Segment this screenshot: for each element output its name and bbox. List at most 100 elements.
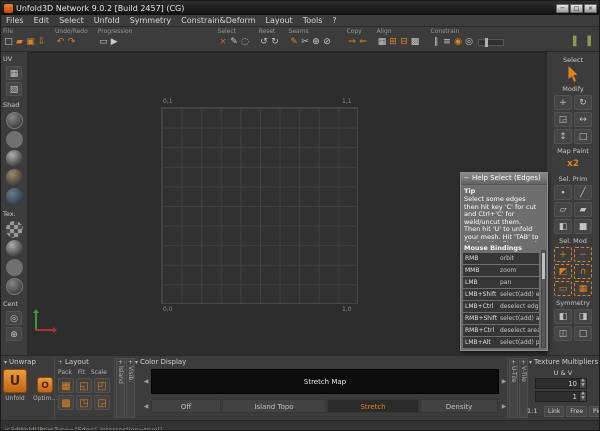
intersect-mode-icon[interactable]: ∩ [574,264,592,279]
snap-icon[interactable]: ▩ [410,36,421,49]
select-polygon-icon[interactable]: ▱ [554,202,572,217]
fit-selected-icon[interactable]: ◳ [76,395,92,410]
new-file-icon[interactable]: □ [3,36,14,49]
modes-scroll-right-icon[interactable]: ▶ [500,403,508,411]
scale-u-icon[interactable]: ◰ [94,378,110,393]
binding-row[interactable]: LMBpan [463,277,539,288]
menu-files[interactable]: Files [1,15,29,27]
symmetry-x-icon[interactable]: ◧ [554,309,572,324]
symmetry-local-icon[interactable]: ◫ [554,326,572,341]
binding-row[interactable]: MMBzoom [463,265,539,276]
constrain-strength-slider[interactable] [478,39,504,46]
textured-sphere-icon[interactable] [6,169,23,186]
menu-constrain-deform[interactable]: Constrain&Deform [176,15,260,27]
brush-select-icon[interactable]: ✎ [229,36,240,49]
center-view-icon[interactable]: ◎ [6,311,22,325]
pic-button[interactable]: Pic [589,406,600,417]
stepper-down-icon[interactable]: ▼ [580,384,586,389]
constrain-horizontal-icon[interactable]: ∥ [431,36,442,49]
scrollbar-thumb[interactable] [542,253,545,279]
color-texture-sphere-icon[interactable] [6,259,23,276]
viewport-single-icon[interactable]: ▐ [582,36,593,49]
minimize-button[interactable]: ─ [556,4,569,13]
binding-row[interactable]: LMB+Shiftselect(add) edges [463,289,539,300]
import-mesh-icon[interactable]: ⇩ [36,36,47,49]
paste-uvs-icon[interactable]: ⇐ [358,36,369,49]
constrain-vertical-icon[interactable]: ≡ [442,36,453,49]
uv-grid-canvas[interactable] [161,107,358,304]
fill-mode-icon[interactable]: ▦ [574,281,592,296]
open-folder-icon[interactable]: ▰ [14,36,25,49]
collapsed-panel-u-tile[interactable]: +U-Tile [509,358,518,418]
reset-uvs-icon[interactable]: ↺ [259,36,270,49]
shaded-sphere-icon[interactable] [6,150,23,167]
expand-icon[interactable]: + [511,359,516,366]
pack-icon[interactable]: ▦ [58,378,74,393]
binding-row[interactable]: LMB+Altselect(add) path/c [463,337,539,348]
scale-icon[interactable]: ◲ [554,112,572,127]
collapse-icon[interactable]: − [463,173,470,184]
binding-row[interactable]: RMBorbit [463,253,539,264]
menu-unfold[interactable]: Unfold [89,15,125,27]
layout-panel-header[interactable]: + Layout [58,358,89,367]
checker-texture-sphere-icon[interactable] [6,221,23,238]
cut-selected-edges-icon[interactable]: × [218,36,229,49]
move-icon[interactable]: + [554,95,572,110]
menu-symmetry[interactable]: Symmetry [125,15,176,27]
select-vertex-icon[interactable]: ∙ [554,185,572,200]
seam-weld-icon[interactable]: ⊕ [311,36,322,49]
select-all-icon[interactable]: ■ [574,219,592,234]
map-paint-x2-icon[interactable]: x2 [564,157,582,172]
pack-selected-icon[interactable]: ▩ [58,395,74,410]
select-edge-icon[interactable]: ╱ [574,185,592,200]
mode-button-off[interactable]: Off [151,399,221,413]
scale-uv-icon[interactable]: □ [574,129,592,144]
titlebar[interactable]: Unfold3D Network 9.0.2 [Build 2457] (CG)… [1,1,599,15]
binding-row[interactable]: RMB+Shiftselect(add) area [463,313,539,324]
stepper-down-icon[interactable]: ▼ [580,397,586,402]
texture-multipliers-panel-header[interactable]: ▾ Texture Multipliers [529,358,598,367]
copy-uvs-icon[interactable]: ⇒ [347,36,358,49]
flat-sphere-icon[interactable] [6,131,23,148]
uv-island-view-icon[interactable]: ▧ [6,82,22,96]
menu-select[interactable]: Select [54,15,89,27]
xray-sphere-icon[interactable] [6,188,23,205]
rotate-uv-icon[interactable]: ↕ [554,129,572,144]
border-mode-icon[interactable]: ▭ [554,281,572,296]
unpin-icon[interactable]: ◎ [464,36,475,49]
select-cursor-icon[interactable] [567,66,580,82]
progression-play-icon[interactable]: ▶ [109,36,120,49]
undo-icon[interactable]: ↶ [55,36,66,49]
fit-icon[interactable]: ◱ [76,378,92,393]
expand-icon[interactable]: + [128,359,133,366]
scale-v-icon[interactable]: ◲ [94,395,110,410]
unwrap-panel-header[interactable]: ▾ Unwrap [4,358,36,367]
menu-layout[interactable]: Layout [260,15,297,27]
grid-texture-sphere-icon[interactable] [6,240,23,257]
v-multiplier-field[interactable]: 1▲▼ [535,391,587,402]
seam-brush-icon[interactable]: ✎ [289,36,300,49]
symmetry-y-icon[interactable]: ◨ [574,309,592,324]
rotate-icon[interactable]: ↻ [574,95,592,110]
expand-icon[interactable]: + [118,359,123,366]
redo-icon[interactable]: ↷ [66,36,77,49]
align-grid-icon[interactable]: ▦ [377,36,388,49]
expand-icon[interactable]: + [521,359,526,366]
help-scrollbar[interactable] [541,250,546,348]
pin-icon[interactable]: ◉ [453,36,464,49]
lasso-select-icon[interactable]: ◌ [240,36,251,49]
help-panel-titlebar[interactable]: − Help Select (Edges) [461,173,547,185]
select-island-icon[interactable]: ▰ [574,202,592,217]
align-horizontal-icon[interactable]: ⊞ [388,36,399,49]
menu-tools[interactable]: Tools [298,15,328,27]
mode-button-stretch[interactable]: Stretch [327,399,419,413]
binding-row[interactable]: LMB+Ctrldeselect edges [463,301,539,312]
progression-bar-icon[interactable]: ▭ [98,36,109,49]
binding-row[interactable]: RMB+Ctrldeselect area [463,325,539,336]
collapsed-panel-visib[interactable]: +Visib. [126,358,135,418]
select-shell-icon[interactable]: ◧ [554,219,572,234]
translate-uv-icon[interactable]: ↔ [574,112,592,127]
ratio-label[interactable]: 1:1 [527,407,537,415]
modes-scroll-left-icon[interactable]: ◀ [142,403,150,411]
invert-mode-icon[interactable]: ◩ [554,264,572,279]
